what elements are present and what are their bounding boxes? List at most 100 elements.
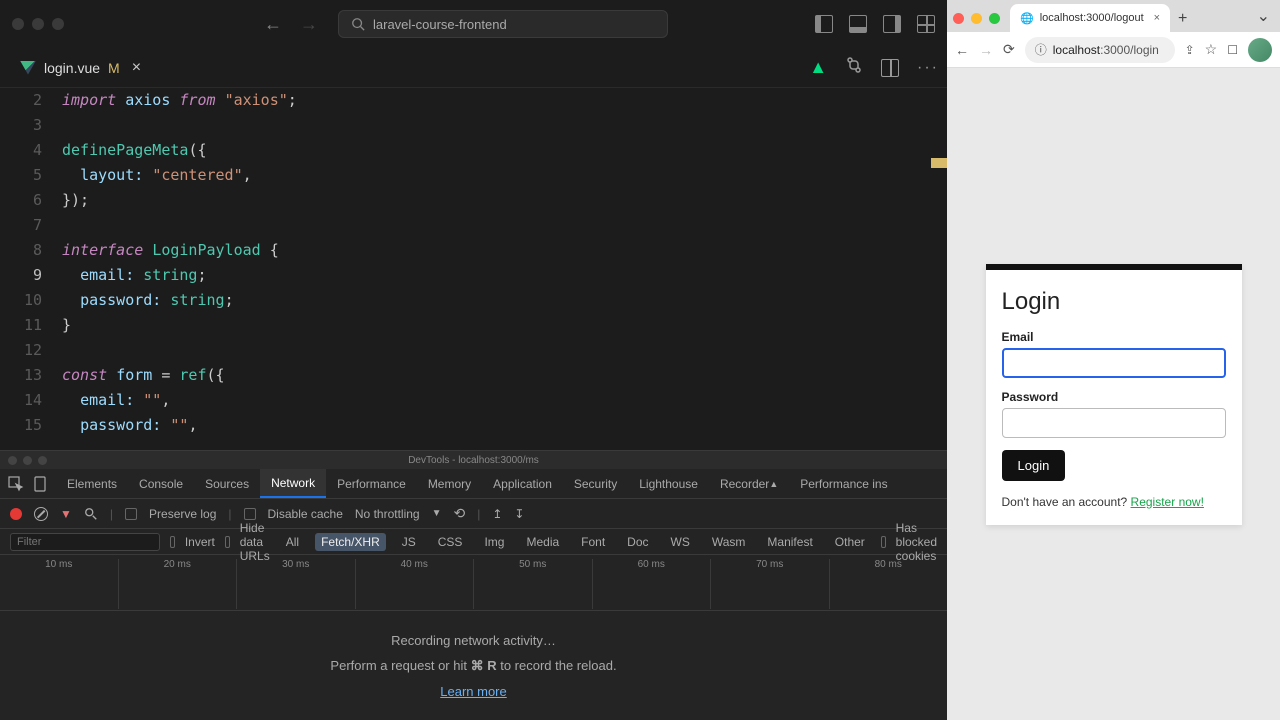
email-field[interactable] xyxy=(1002,348,1226,378)
password-field[interactable] xyxy=(1002,408,1226,438)
hide-urls-checkbox[interactable] xyxy=(225,536,230,548)
filter-media[interactable]: Media xyxy=(520,533,565,551)
toggle-panel-icon[interactable] xyxy=(849,15,867,33)
record-button[interactable] xyxy=(10,508,22,520)
tab-elements[interactable]: Elements xyxy=(56,469,128,498)
tab-console[interactable]: Console xyxy=(128,469,194,498)
zoom-window-dot[interactable] xyxy=(52,18,64,30)
filter-doc[interactable]: Doc xyxy=(621,533,654,551)
new-tab-icon[interactable]: + xyxy=(1178,10,1187,28)
chrome-tablist-icon[interactable]: ⌄ xyxy=(1257,6,1270,26)
chrome-tab[interactable]: 🌐 localhost:3000/logout × xyxy=(1010,4,1170,32)
tick: 30 ms xyxy=(236,559,355,609)
tab-network[interactable]: Network xyxy=(260,469,326,498)
extensions-icon[interactable]: ☐ xyxy=(1227,43,1238,57)
blocked-cookies-checkbox[interactable] xyxy=(881,536,886,548)
devtools-title: DevTools - localhost:3000/ms xyxy=(408,455,539,466)
git-compare-icon[interactable] xyxy=(845,56,863,79)
tab-performance[interactable]: Performance xyxy=(326,469,417,498)
inspect-icon[interactable] xyxy=(8,476,24,492)
tab-memory[interactable]: Memory xyxy=(417,469,482,498)
chrome-zoom-icon[interactable] xyxy=(989,13,1000,24)
tab-application[interactable]: Application xyxy=(482,469,563,498)
code-editor[interactable]: 2 3 4 5 6 7 8 9 10 11 12 13 14 15 import… xyxy=(0,88,947,450)
browser-reload-icon[interactable]: ⟳ xyxy=(1003,41,1015,58)
filter-wasm[interactable]: Wasm xyxy=(706,533,752,551)
chrome-close-icon[interactable] xyxy=(953,13,964,24)
project-name: laravel-course-frontend xyxy=(373,17,507,32)
filter-input[interactable] xyxy=(10,533,160,551)
filter-fetch[interactable]: Fetch/XHR xyxy=(315,533,386,551)
code-content[interactable]: import axios from "axios"; definePageMet… xyxy=(62,88,947,450)
window-controls[interactable] xyxy=(12,18,64,30)
close-window-dot[interactable] xyxy=(12,18,24,30)
site-info-icon[interactable]: ⓘ xyxy=(1035,41,1047,58)
chrome-minimize-icon[interactable] xyxy=(971,13,982,24)
nav-forward-icon[interactable]: → xyxy=(300,14,318,35)
chrome-tab-title: localhost:3000/logout xyxy=(1040,12,1144,24)
throttling-select[interactable]: No throttling xyxy=(355,507,420,521)
tab-security[interactable]: Security xyxy=(563,469,628,498)
filter-img[interactable]: Img xyxy=(478,533,510,551)
upload-icon[interactable]: ↥ xyxy=(492,507,502,521)
toggle-secondary-icon[interactable] xyxy=(883,15,901,33)
line-gutter: 2 3 4 5 6 7 8 9 10 11 12 13 14 15 xyxy=(0,88,62,450)
nuxt-icon[interactable]: ▲ xyxy=(809,57,827,78)
browser-forward-icon[interactable]: → xyxy=(979,42,993,58)
network-timeline[interactable]: 10 ms 20 ms 30 ms 40 ms 50 ms 60 ms 70 m… xyxy=(0,555,947,611)
command-center-search[interactable]: laravel-course-frontend xyxy=(338,10,668,38)
filter-css[interactable]: CSS xyxy=(432,533,469,551)
preserve-log-checkbox[interactable] xyxy=(125,508,137,520)
email-label: Email xyxy=(1002,330,1226,344)
filter-other[interactable]: Other xyxy=(829,533,871,551)
tick: 10 ms xyxy=(0,559,118,609)
filter-font[interactable]: Font xyxy=(575,533,611,551)
customize-layout-icon[interactable] xyxy=(917,15,935,33)
toggle-sidebar-icon[interactable] xyxy=(815,15,833,33)
tab-lighthouse[interactable]: Lighthouse xyxy=(628,469,709,498)
devtools-tabs: Elements Console Sources Network Perform… xyxy=(0,469,947,499)
chrome-tab-close-icon[interactable]: × xyxy=(1154,12,1160,24)
hint-text: Perform a request or hit ⌘ R to record t… xyxy=(330,658,616,674)
tab-perf-insights[interactable]: Performance ins xyxy=(789,469,898,498)
filter-ws[interactable]: WS xyxy=(665,533,696,551)
invert-checkbox[interactable] xyxy=(170,536,175,548)
minimize-window-dot[interactable] xyxy=(32,18,44,30)
filter-js[interactable]: JS xyxy=(396,533,422,551)
tab-sources[interactable]: Sources xyxy=(194,469,260,498)
chevron-down-icon[interactable]: ▼ xyxy=(432,508,442,519)
url-path: :3000/login xyxy=(1100,43,1159,57)
tab-recorder[interactable]: Recorder ▲ xyxy=(709,469,789,498)
more-actions-icon[interactable]: ··· xyxy=(917,59,939,77)
login-button[interactable]: Login xyxy=(1002,450,1066,481)
globe-icon: 🌐 xyxy=(1020,12,1034,25)
filter-all[interactable]: All xyxy=(280,533,305,551)
filter-toggle-icon[interactable]: ▼ xyxy=(60,507,72,521)
register-link[interactable]: Register now! xyxy=(1131,495,1204,509)
clear-icon[interactable] xyxy=(34,507,48,521)
wifi-icon[interactable]: ⟲ xyxy=(454,505,466,522)
editor-titlebar: ← → laravel-course-frontend xyxy=(0,0,947,48)
chrome-window-controls[interactable] xyxy=(953,13,1000,24)
tab-close-icon[interactable]: × xyxy=(132,59,141,77)
file-tab-login[interactable]: login.vue M × xyxy=(8,48,153,87)
bookmark-icon[interactable]: ☆ xyxy=(1205,41,1218,58)
tick: 60 ms xyxy=(592,559,711,609)
nav-back-icon[interactable]: ← xyxy=(264,14,282,35)
device-icon[interactable] xyxy=(32,476,48,492)
share-icon[interactable]: ⇪ xyxy=(1185,43,1195,57)
download-icon[interactable]: ↧ xyxy=(514,507,524,521)
url-bar[interactable]: ⓘ localhost:3000/login xyxy=(1025,37,1175,63)
minimap-marker[interactable] xyxy=(931,158,947,168)
split-editor-icon[interactable] xyxy=(881,59,899,77)
disable-cache-checkbox[interactable] xyxy=(244,508,256,520)
search-icon xyxy=(351,17,365,31)
devtools-close-dot[interactable] xyxy=(8,456,17,465)
learn-more-link[interactable]: Learn more xyxy=(440,684,506,699)
browser-back-icon[interactable]: ← xyxy=(955,42,969,58)
search-network-icon[interactable] xyxy=(84,507,98,521)
filter-manifest[interactable]: Manifest xyxy=(761,533,818,551)
devtools-zoom-dot[interactable] xyxy=(38,456,47,465)
devtools-min-dot[interactable] xyxy=(23,456,32,465)
profile-avatar[interactable] xyxy=(1248,38,1272,62)
